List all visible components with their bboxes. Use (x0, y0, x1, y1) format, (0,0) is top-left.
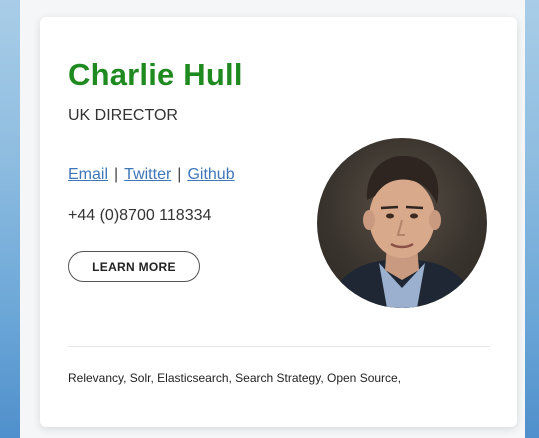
profile-name: Charlie Hull (68, 57, 243, 92)
avatar-portrait (327, 155, 477, 308)
avatar (317, 138, 487, 308)
learn-more-button[interactable]: LEARN MORE (68, 251, 200, 282)
link-separator: | (177, 166, 182, 183)
profile-role: UK DIRECTOR (68, 107, 178, 124)
profile-card: Charlie Hull UK DIRECTOR Email | Twitter | G… (40, 17, 517, 427)
twitter-link[interactable]: Twitter (124, 166, 171, 183)
github-link[interactable]: Github (187, 166, 234, 183)
expertise-tags: Relevancy, Solr, Elasticsearch, Search S… (68, 371, 402, 385)
phone-number: +44 (0)8700 118334 (68, 207, 212, 224)
link-separator: | (114, 166, 119, 183)
email-link[interactable]: Email (68, 166, 108, 183)
contact-links: Email | Twitter | Github (68, 166, 235, 184)
divider (68, 346, 490, 347)
